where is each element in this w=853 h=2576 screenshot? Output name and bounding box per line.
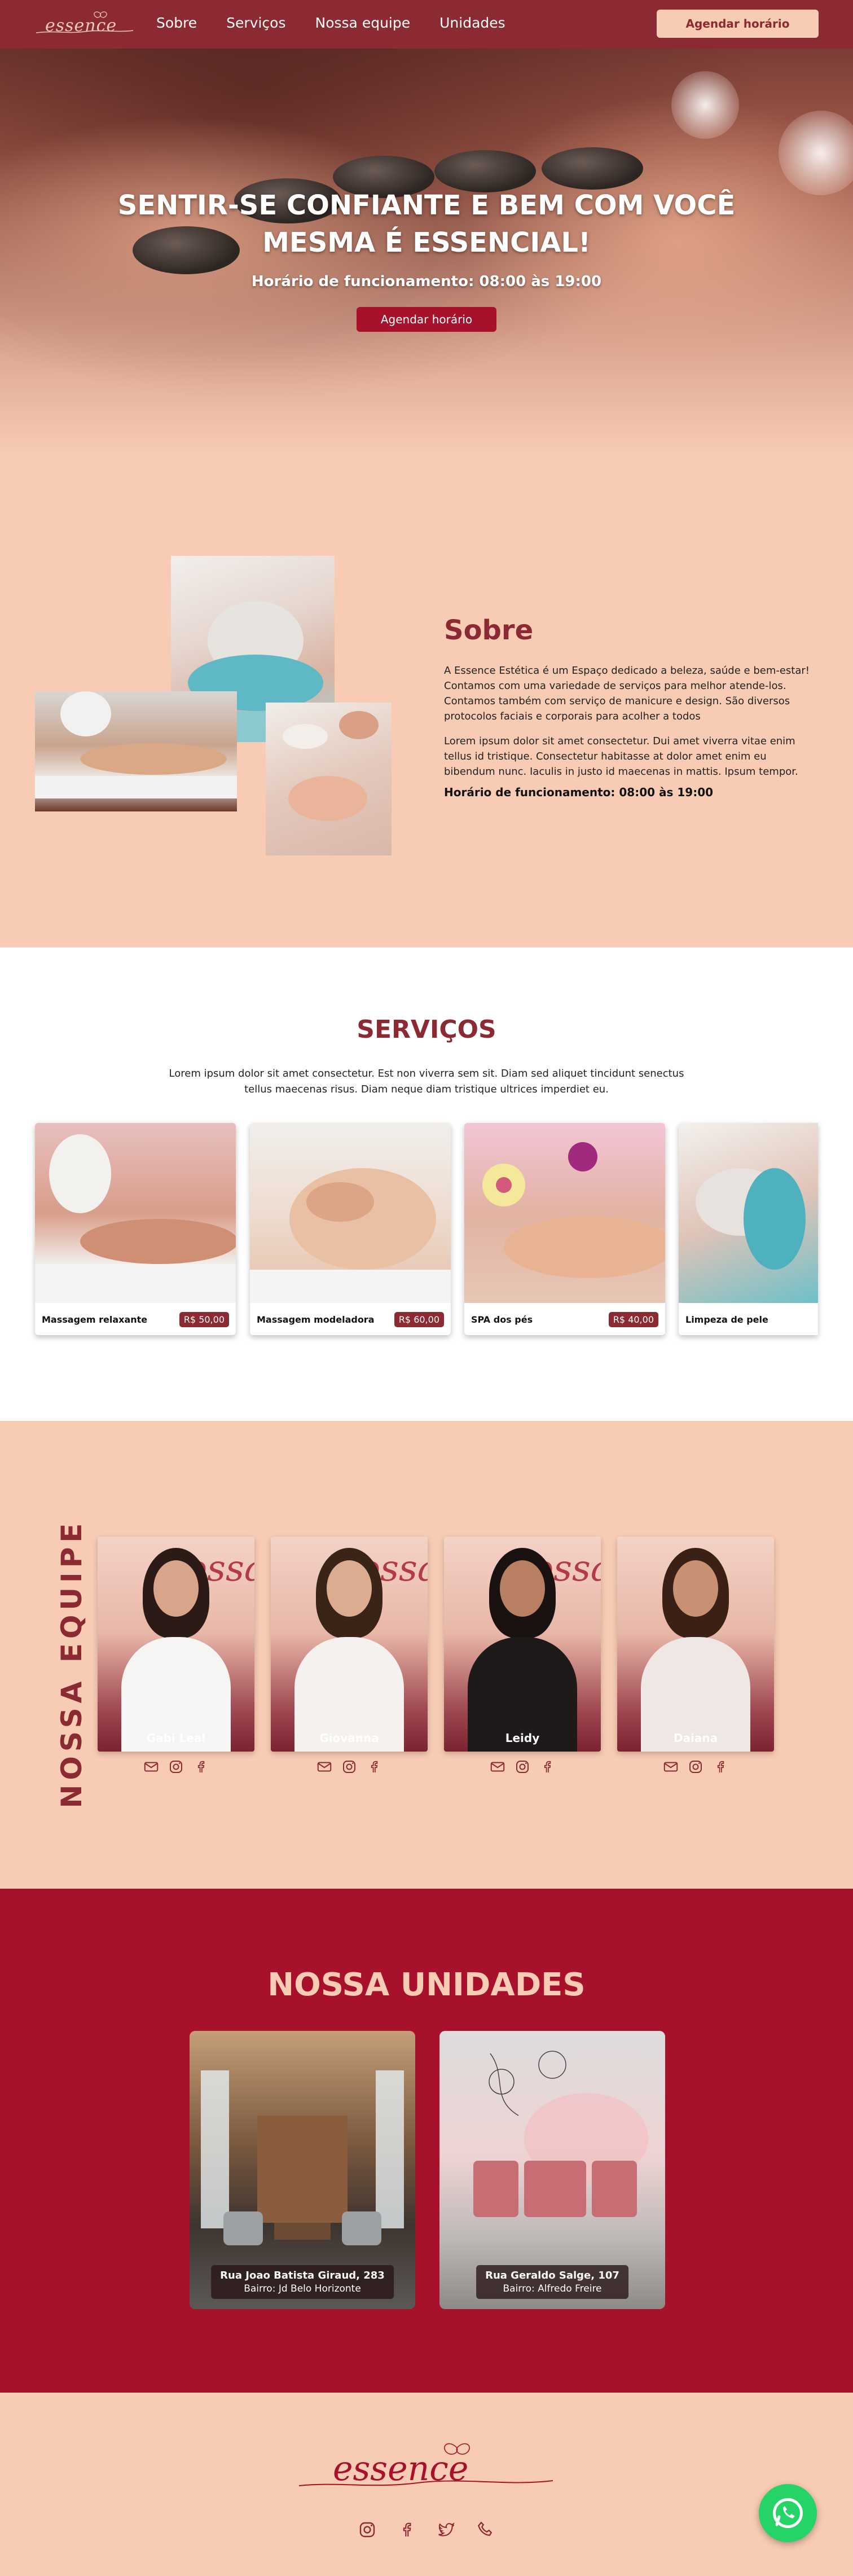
about-section: Sobre A Essence Estética é um Espaço ded… xyxy=(0,455,853,947)
logo-text: essence xyxy=(45,16,117,36)
whatsapp-icon xyxy=(773,2498,803,2528)
footer-socials xyxy=(0,2520,853,2540)
unit-district: Bairro: Alfredo Freire xyxy=(503,2283,602,2294)
team-member-name: Leidy xyxy=(505,1731,540,1745)
hot-stone xyxy=(434,150,536,192)
member-face xyxy=(153,1560,199,1617)
instagram-icon[interactable] xyxy=(168,1758,184,1775)
unit-address-caption: Rua Joao Batista Giraud, 283 Bairro: Jd … xyxy=(211,2265,394,2299)
unit-street: Rua Joao Batista Giraud, 283 xyxy=(220,2270,385,2281)
service-card-image xyxy=(464,1123,665,1303)
nav-link-sobre[interactable]: Sobre xyxy=(156,15,197,31)
about-photo-manicure xyxy=(266,703,392,855)
member-face xyxy=(327,1560,372,1617)
team-member-socials xyxy=(444,1758,601,1775)
facebook-icon[interactable] xyxy=(539,1758,556,1775)
mail-icon[interactable] xyxy=(489,1758,506,1775)
service-card-image xyxy=(35,1123,236,1303)
hero-title-line1: SENTIR-SE CONFIANTE E BEM COM VOCÊ xyxy=(117,190,736,221)
unit-district: Bairro: Jd Belo Horizonte xyxy=(244,2283,361,2294)
services-title: SERVIÇOS xyxy=(357,1015,496,1044)
phone-icon[interactable] xyxy=(476,2520,496,2540)
team-member-card[interactable]: Nossa Gabi Leal xyxy=(98,1537,254,1752)
facebook-icon[interactable] xyxy=(192,1758,209,1775)
units-section: NOSSA UNIDADES Rua Joao Batista Giraud, … xyxy=(0,1889,853,2393)
about-hours: Horário de funcionamento: 08:00 às 19:00 xyxy=(444,785,714,799)
facebook-icon[interactable] xyxy=(712,1758,729,1775)
about-paragraph-2: Lorem ipsum dolor sit amet consectetur. … xyxy=(444,735,798,778)
mail-icon[interactable] xyxy=(662,1758,679,1775)
unit-address-caption: Rua Geraldo Salge, 107 Bairro: Alfredo F… xyxy=(476,2265,628,2299)
units-title: NOSSA UNIDADES xyxy=(267,1967,586,2003)
nav-schedule-button[interactable]: Agendar horário xyxy=(657,10,819,38)
team-member-name: Daiana xyxy=(673,1731,718,1745)
team-member-name: Giovanna xyxy=(319,1731,379,1745)
team-title: NOSSA EQUIPE xyxy=(55,1519,89,1809)
service-card-price: R$ 60,00 xyxy=(394,1312,444,1327)
service-card-name: Massagem relaxante xyxy=(42,1314,148,1325)
nav-link-unidades[interactable]: Unidades xyxy=(439,15,505,31)
twitter-icon[interactable] xyxy=(436,2520,456,2540)
instagram-icon[interactable] xyxy=(514,1758,531,1775)
team-member-name: Gabi Leal xyxy=(146,1731,206,1745)
about-title: Sobre xyxy=(444,615,534,646)
hot-stone xyxy=(542,147,643,190)
team-member-card[interactable]: Nossa Giovanna xyxy=(271,1537,428,1752)
hero-section: SENTIR-SE CONFIANTE E BEM COM VOCÊ MESMA… xyxy=(0,49,853,455)
services-section: SERVIÇOS Lorem ipsum dolor sit amet cons… xyxy=(0,947,853,1421)
service-card-name: SPA dos pés xyxy=(471,1314,533,1325)
service-card[interactable]: Massagem relaxante R$ 50,00 xyxy=(35,1123,236,1335)
footer-logo: essence xyxy=(293,2432,559,2505)
whatsapp-floating-button[interactable] xyxy=(759,2484,817,2542)
unit-street: Rua Geraldo Salge, 107 xyxy=(485,2270,619,2281)
instagram-icon[interactable] xyxy=(341,1758,358,1775)
team-member-socials xyxy=(617,1758,774,1775)
footer: essence xyxy=(0,2393,853,2576)
hero-flower xyxy=(671,71,739,139)
brand-logo[interactable]: essence xyxy=(34,8,135,40)
service-card-name: Limpeza de pele xyxy=(685,1314,768,1325)
nav-link-equipe[interactable]: Nossa equipe xyxy=(315,15,411,31)
hero-title-line2: MESMA É ESSENCIAL! xyxy=(262,227,591,258)
instagram-icon[interactable] xyxy=(687,1758,704,1775)
services-subtitle: Lorem ipsum dolor sit amet consectetur. … xyxy=(169,1068,684,1095)
unit-card[interactable]: Rua Geraldo Salge, 107 Bairro: Alfredo F… xyxy=(439,2031,665,2309)
hero-schedule-button[interactable]: Agendar horário xyxy=(357,307,496,332)
team-member-card[interactable]: Nossa Leidy xyxy=(444,1537,601,1752)
facebook-icon[interactable] xyxy=(366,1758,382,1775)
footer-logo-text: essence xyxy=(333,2449,469,2489)
service-card-image xyxy=(679,1123,818,1303)
service-card-price: R$ 50,00 xyxy=(179,1312,229,1327)
team-member-card[interactable]: Daiana xyxy=(617,1537,774,1752)
service-card-price: R$ 40,00 xyxy=(608,1312,658,1327)
hero-hours: Horário de funcionamento: 08:00 às 19:00 xyxy=(251,273,602,290)
about-paragraph-1: A Essence Estética é um Espaço dedicado … xyxy=(444,665,810,722)
about-photo-massage xyxy=(35,691,237,811)
service-card-image xyxy=(250,1123,451,1303)
team-member-socials xyxy=(98,1758,254,1775)
top-navbar: essence Sobre Serviços Nossa equipe Unid… xyxy=(0,0,853,49)
instagram-icon[interactable] xyxy=(357,2520,377,2540)
hero-title: SENTIR-SE CONFIANTE E BEM COM VOCÊ MESMA… xyxy=(0,187,853,261)
service-card[interactable]: Limpeza de pele xyxy=(679,1123,818,1335)
nav-link-servicos[interactable]: Serviços xyxy=(226,15,285,31)
team-title-text: NOSSA EQUIPE xyxy=(55,1519,88,1809)
service-card-name: Massagem modeladora xyxy=(257,1314,375,1325)
facebook-icon[interactable] xyxy=(397,2520,417,2540)
unit-card[interactable]: Rua Joao Batista Giraud, 283 Bairro: Jd … xyxy=(190,2031,415,2309)
nav-links: Sobre Serviços Nossa equipe Unidades xyxy=(156,15,535,31)
member-face xyxy=(500,1560,545,1617)
member-face xyxy=(673,1560,718,1617)
service-card[interactable]: Massagem modeladora R$ 60,00 xyxy=(250,1123,451,1335)
mail-icon[interactable] xyxy=(316,1758,333,1775)
team-member-socials xyxy=(271,1758,428,1775)
mail-icon[interactable] xyxy=(143,1758,160,1775)
team-section: NOSSA EQUIPE Nossa Gabi Leal Nossa Giova… xyxy=(0,1421,853,1889)
service-card[interactable]: SPA dos pés R$ 40,00 xyxy=(464,1123,665,1335)
